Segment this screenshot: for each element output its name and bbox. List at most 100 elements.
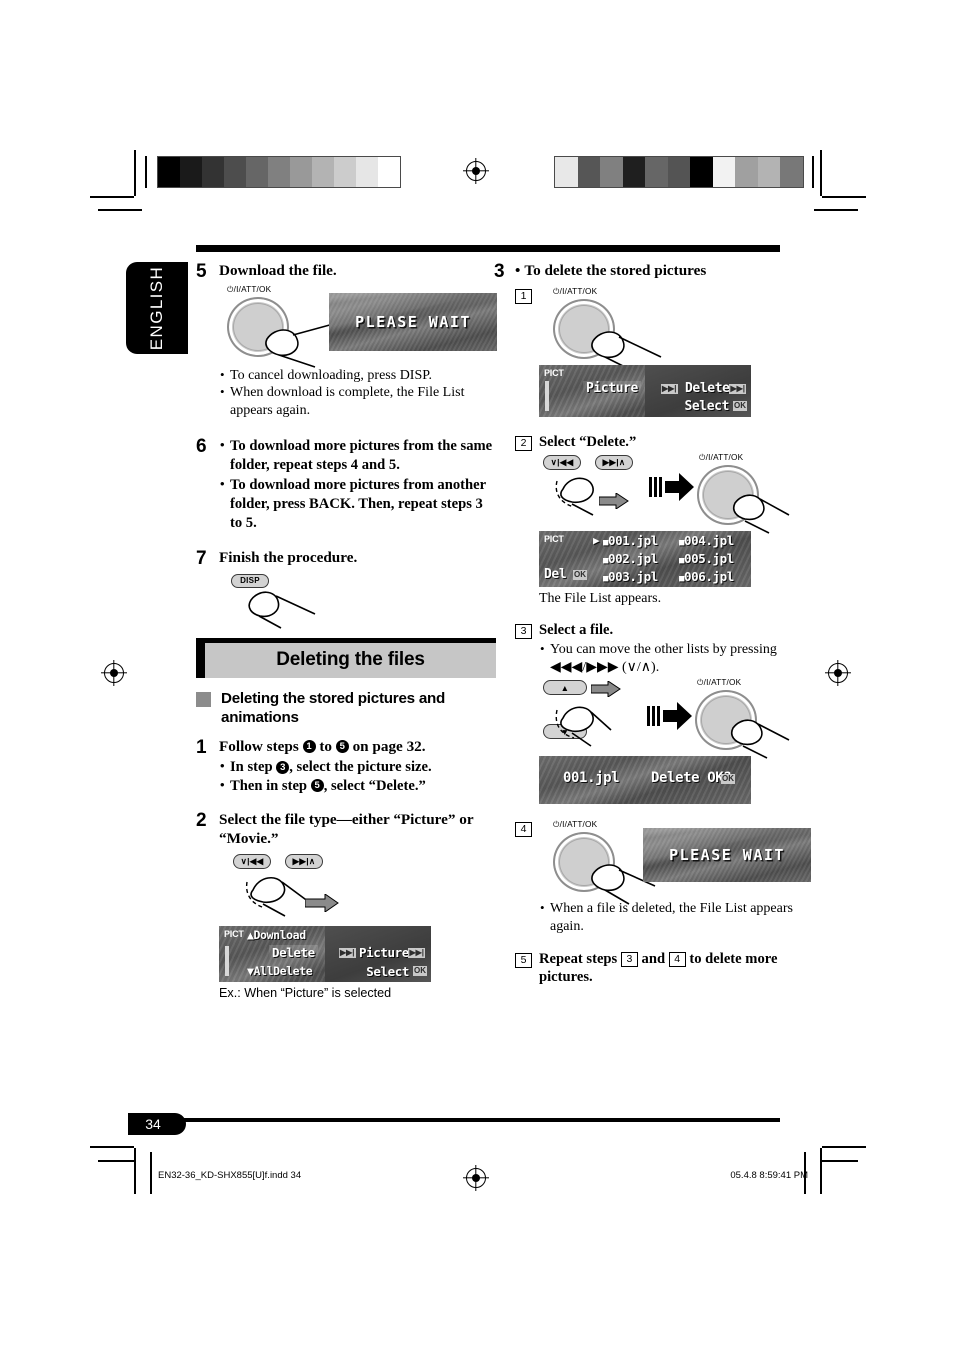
substep-5: 5 Repeat steps 3 and 4 to delete more pi… (515, 950, 794, 987)
calibration-swatch (712, 157, 736, 187)
lcd-skip-badge-right-step2: ▶▶| (408, 948, 425, 959)
next-track-button-sub2[interactable]: ▶▶|∧ (595, 455, 633, 471)
lcd-right-value-step2: Picture (359, 945, 409, 961)
lcd-left-value-sub1: Picture (583, 380, 641, 396)
delete-step-2-title: Select the file type—either “Picture” or… (219, 811, 474, 847)
lcd-pict-label-sub2: PICT (544, 534, 564, 545)
lcd-mode-label-del: Del (544, 567, 567, 583)
crop-mark-tl-v (134, 150, 136, 196)
circled-number-3: 3 (276, 760, 290, 774)
crop-mark-bl-v2 (150, 1152, 152, 1194)
language-tab-label: ENGLISH (147, 265, 166, 351)
substep-4: 4 ⏻/I/ATT/OK PLEASE WAIT • When a file i… (515, 820, 811, 935)
section-banner: Deleting the files (196, 637, 496, 678)
step-5-note-2: When download is complete, the File List… (219, 383, 496, 419)
circled-number-5: 5 (335, 740, 349, 754)
lcd-pict-label-sub1: PICT (544, 367, 564, 378)
calibration-swatch (158, 157, 180, 187)
next-track-button-step2[interactable]: ▶▶|∧ (285, 854, 323, 870)
lcd-cursor-icon: ▶ (593, 534, 600, 548)
big-right-arrow-icon-sub2 (665, 473, 695, 506)
calibration-bar-right (554, 156, 804, 188)
lcd-pict-label-step2: PICT (224, 929, 244, 940)
subsection-heading-text: Deleting the stored pictures and animati… (221, 689, 446, 726)
lcd-skip-badge-left-sub1: ▶▶| (661, 383, 678, 394)
substep-1: 1 ⏻/I/ATT/OK PICT Picture ▶▶| Delete ▶▶|… (515, 287, 794, 417)
calibration-swatch (334, 157, 356, 187)
knob-label-sub4: ⏻/I/ATT/OK (553, 820, 598, 830)
step-5-illustration: ⏻/I/ATT/OK PLEASE WAIT (219, 285, 497, 368)
subsection-heading: Deleting the stored pictures and animati… (196, 689, 496, 727)
lcd-menu-item-delete: Delete (269, 945, 318, 961)
crop-mark-tr-h (822, 196, 866, 198)
substep-4-note: When a file is deleted, the File List ap… (539, 899, 794, 935)
registration-mark-bottom (466, 1168, 486, 1188)
calibration-swatch (290, 157, 312, 187)
substep-5-title: Repeat steps 3 and 4 to delete more pict… (539, 950, 794, 987)
substep-5-number: 5 (515, 952, 532, 968)
ds1b2-0: Then in step (230, 777, 311, 794)
ds1b1-2: , select the picture size. (289, 759, 432, 776)
knob-label-sub1: ⏻/I/ATT/OK (553, 286, 598, 296)
crop-mark-bl-h2 (98, 1160, 134, 1162)
up-button-sub3[interactable]: ▲ (543, 680, 587, 696)
substep-3-number: 3 (515, 623, 532, 639)
ds1-t4: on page 32. (348, 737, 426, 755)
substep-4-number: 4 (515, 822, 532, 838)
lcd-scroll-indicator-sub1 (545, 380, 549, 411)
delete-step-2-caption: Ex.: When “Picture” is selected (219, 986, 392, 1001)
substep-4-notes: When a file is deleted, the File List ap… (539, 899, 794, 935)
substep-1-number: 1 (515, 288, 532, 304)
calibration-swatch (356, 157, 378, 187)
crop-mark-br-h (822, 1146, 866, 1148)
manual-page: ENGLISH 5 Download the file. ⏻/I/ATT/OK (0, 0, 954, 1351)
lcd-skip-badge-left-step2: ▶▶| (339, 948, 356, 959)
substep-3-notes: You can move the other lists by pressing… (539, 640, 794, 676)
calibration-swatch (577, 157, 601, 187)
calibration-swatch (780, 157, 803, 187)
lcd-menu-item-alldelete: ▼AllDelete (247, 964, 313, 979)
finger-pointer-icon-step7 (245, 584, 331, 630)
step-3-title: • To delete the stored pictures (515, 262, 707, 279)
prev-track-button-step2[interactable]: ∨|◀◀ (233, 854, 271, 870)
big-right-arrow-icon-sub3 (663, 702, 693, 735)
boxed-number-3: 3 (620, 951, 638, 967)
substep-3: 3 Select a file. You can move the other … (515, 621, 794, 805)
lcd-right-action-step2: Select (366, 964, 409, 980)
lcd-please-wait-sub4: PLEASE WAIT (643, 828, 811, 883)
finger-pointer-icon-sub2b (731, 487, 801, 535)
step-6-number: 6 (196, 436, 207, 458)
ds1b2-2: , select “Delete.” (323, 777, 426, 794)
step-6: 6 To download more pictures from the sam… (196, 436, 496, 532)
calibration-swatch (757, 157, 781, 187)
lcd-ok-badge-step2: OK (413, 966, 427, 977)
left-column: 5 Download the file. ⏻/I/ATT/OK PLEASE W… (196, 261, 497, 1002)
prev-track-button-sub2[interactable]: ∨|◀◀ (543, 455, 581, 471)
ds1-t0: Follow steps (219, 737, 303, 755)
motion-strips-icon-sub2 (649, 477, 662, 498)
calibration-swatch (202, 157, 224, 187)
lcd-scroll-indicator-step2 (225, 946, 229, 977)
substep-2-title: Select “Delete.” (539, 433, 637, 450)
delete-step-1-number: 1 (196, 736, 207, 758)
finger-pointer-icon-sub3 (551, 696, 651, 748)
calibration-swatch (246, 157, 268, 187)
lcd-file-type-menu: PICT ▲Download Delete ▼AllDelete ▶▶| Pic… (219, 926, 431, 983)
substep-3-title: Select a file. (539, 621, 614, 638)
lcd-file-item-5: ■005.jpl (679, 551, 734, 567)
footer-rule (128, 1118, 780, 1122)
separator-bar-left (145, 156, 147, 188)
step-7-number: 7 (196, 548, 207, 570)
right-arrow-icon-sub2 (598, 492, 629, 514)
step-5-title: Download the file. (219, 262, 337, 279)
crop-mark-br-v (820, 1148, 822, 1194)
delete-step-1-bullets: In step 3, select the picture size. Then… (219, 757, 496, 795)
lcd-menu-item-download: ▲Download (247, 928, 306, 943)
step-3-number: 3 (494, 261, 505, 282)
step-5-number: 5 (196, 261, 207, 282)
crop-mark-tl-h (90, 196, 134, 198)
step-6-bullet-1: To download more pictures from the same … (219, 436, 496, 474)
crop-mark-tl-h2 (98, 209, 142, 211)
registration-mark-top (466, 161, 486, 181)
footer-timestamp: 05.4.8 8:59:41 PM (730, 1170, 808, 1181)
